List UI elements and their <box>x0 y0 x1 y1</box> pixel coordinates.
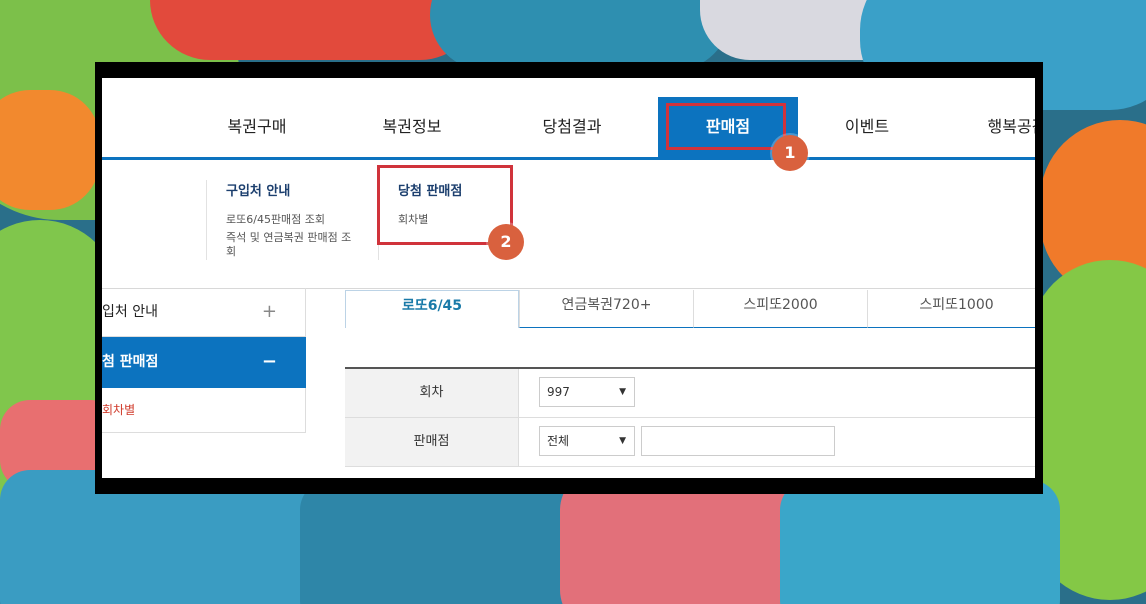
left-sidebar: 입처 안내 + 첨 판매점 − 회차별 <box>102 288 306 433</box>
tab-speetto2000[interactable]: 스피또2000 <box>693 290 867 328</box>
dropdown-link-lotto-stores[interactable]: 로또6/45판매점 조회 <box>226 213 356 227</box>
round-select[interactable]: 997 ▼ <box>539 377 635 407</box>
round-select-value: 997 <box>547 385 570 399</box>
screenshot-frame: 복권구매 복권정보 당첨결과 판매점 이벤트 행복공감 구입처 안내 로또6/4… <box>95 62 1043 494</box>
sidebar-item-label: 입처 안내 <box>102 304 158 320</box>
dropdown-column-purchase-locations: 구입처 안내 로또6/45판매점 조회 즉석 및 연금복권 판매점 조회 <box>226 180 356 263</box>
sidebar-item-purchase-locations[interactable]: 입처 안내 + <box>102 288 306 337</box>
sidebar-item-winning-stores[interactable]: 첨 판매점 − <box>102 337 306 388</box>
form-row-store: 판매점 전체 ▼ <box>345 418 1035 467</box>
dropdown-title-purchase-locations[interactable]: 구입처 안내 <box>226 180 356 199</box>
store-select[interactable]: 전체 ▼ <box>539 426 635 456</box>
nav-item-results[interactable]: 당첨결과 <box>512 97 632 157</box>
nav-item-happy[interactable]: 행복공감 <box>962 97 1035 157</box>
dropdown-link-instant-pension-stores[interactable]: 즉석 및 연금복권 판매점 조회 <box>226 231 356 259</box>
round-label: 회차 <box>345 369 519 417</box>
highlight-box-1 <box>666 103 786 150</box>
dropdown-divider <box>206 180 207 260</box>
dropdown-caret-icon: ▼ <box>619 387 626 397</box>
tab-lotto645[interactable]: 로또6/45 <box>345 290 519 328</box>
top-navigation: 복권구매 복권정보 당첨결과 판매점 이벤트 행복공감 <box>102 97 1035 160</box>
form-row-round: 회차 997 ▼ <box>345 369 1035 418</box>
store-select-value: 전체 <box>547 434 570 448</box>
nav-item-info[interactable]: 복권정보 <box>357 97 467 157</box>
sidebar-subitem-by-round[interactable]: 회차별 <box>102 388 306 433</box>
tab-speetto1000[interactable]: 스피또1000 <box>867 290 1035 328</box>
nav-item-buy[interactable]: 복권구매 <box>202 97 312 157</box>
collapse-minus-icon: − <box>261 351 277 372</box>
step-badge-1: 1 <box>772 135 808 171</box>
website-screen: 복권구매 복권정보 당첨결과 판매점 이벤트 행복공감 구입처 안내 로또6/4… <box>102 78 1035 478</box>
search-form: 회차 997 ▼ 판매점 전체 ▼ <box>345 367 1035 467</box>
lottery-type-tabs: 로또6/45 연금복권720+ 스피또2000 스피또1000 <box>345 290 1035 328</box>
nav-item-events[interactable]: 이벤트 <box>812 97 922 157</box>
expand-plus-icon: + <box>261 301 277 322</box>
dropdown-caret-icon: ▼ <box>619 436 626 446</box>
store-label: 판매점 <box>345 418 519 466</box>
mega-dropdown-menu: 구입처 안내 로또6/45판매점 조회 즉석 및 연금복권 판매점 조회 당첨 … <box>102 160 1035 289</box>
step-badge-2: 2 <box>488 224 524 260</box>
sidebar-item-label: 첨 판매점 <box>102 354 159 370</box>
tab-pension720[interactable]: 연금복권720+ <box>519 290 693 328</box>
store-search-input[interactable] <box>641 426 835 456</box>
